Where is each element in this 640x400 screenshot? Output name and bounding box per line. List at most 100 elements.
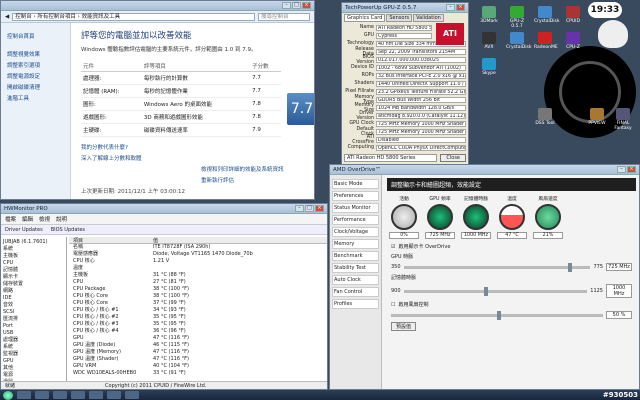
menu-view[interactable]: 檢視 bbox=[39, 215, 50, 223]
close-button[interactable]: Close bbox=[440, 154, 466, 162]
breadcrumb[interactable]: 控制台 › 所有控制台項目 › 效能資訊及工具 bbox=[12, 12, 255, 21]
table-row[interactable]: CPU 核心 / 核心 #4 36 °C (96 °F) bbox=[69, 328, 327, 335]
desktop-icon[interactable]: GPU-Z 0.5.7 bbox=[506, 6, 528, 29]
sidebar-item-power[interactable]: 調整電源設定 bbox=[7, 72, 64, 80]
tree-item[interactable]: 網路 bbox=[3, 288, 64, 295]
desktop-icon[interactable]: DSS Tool bbox=[534, 108, 556, 126]
tree-item[interactable]: 電源 bbox=[3, 372, 64, 379]
tab-validation[interactable]: Validation bbox=[413, 14, 444, 22]
desktop-icon[interactable]: CPUID bbox=[562, 6, 584, 24]
menu-help[interactable]: 說明 bbox=[56, 215, 67, 223]
table-row[interactable]: 溫度 bbox=[69, 265, 327, 272]
table-row[interactable]: CPU 核心 Core 37 °C (99 °F) bbox=[69, 300, 327, 307]
link-meaning[interactable]: 我的分數代表什麼? bbox=[81, 143, 304, 151]
table-row[interactable]: CPU 核心 / 核心 #3 35 °C (95 °F) bbox=[69, 321, 327, 328]
tree-item[interactable]: IDE bbox=[3, 295, 64, 302]
enable-overdrive-checkbox[interactable]: ☑ 啟用顯示卡 OverDrive bbox=[391, 243, 632, 251]
tree-item[interactable]: 記憶體 bbox=[3, 267, 64, 274]
desktop-icon[interactable]: CrystalDisk bbox=[506, 32, 531, 50]
minimize-icon[interactable]: – bbox=[295, 205, 304, 212]
taskbar-app-icon[interactable] bbox=[107, 391, 121, 399]
table-row[interactable]: GPU 溫度 (Memory) 47 °C (116 °F) bbox=[69, 349, 327, 356]
fan-control-checkbox[interactable]: ☐ 啟用風扇控制 bbox=[391, 301, 632, 309]
taskbar-app-icon[interactable] bbox=[71, 391, 85, 399]
col-header[interactable]: 項目 bbox=[69, 237, 153, 244]
table-row[interactable]: CPU 核心 Core 38 °C (100 °F) bbox=[69, 293, 327, 300]
table-row[interactable]: CPU 核心 / 核心 #1 34 °C (93 °F) bbox=[69, 307, 327, 314]
nav-item[interactable]: Auto Clock bbox=[332, 275, 379, 285]
window-titlebar[interactable]: AMD OverDrive™ – × bbox=[330, 165, 639, 175]
table-row[interactable]: GPU 溫度 (Diode) 46 °C (115 °F) bbox=[69, 342, 327, 349]
table-row[interactable]: WDC WD10EALS-00HEB0 33 °C (91 °F) bbox=[69, 370, 327, 377]
tree-item[interactable]: 顯示卡 bbox=[3, 274, 64, 281]
nav-item[interactable]: Basic Mode bbox=[332, 179, 379, 189]
tree-item[interactable]: GPU bbox=[3, 358, 64, 365]
tab-sensors[interactable]: Sensors bbox=[386, 14, 413, 22]
tree-item[interactable]: 主機板 bbox=[3, 253, 64, 260]
tree-item[interactable]: USB bbox=[3, 330, 64, 337]
nav-item[interactable]: Memory bbox=[332, 239, 379, 249]
table-row[interactable]: CPU Package 38 °C (100 °F) bbox=[69, 286, 327, 293]
tree-item[interactable]: 系統 bbox=[3, 344, 64, 351]
close-icon[interactable]: × bbox=[627, 166, 636, 173]
tree-item[interactable]: JUBJAB (6.1.7601) bbox=[3, 239, 64, 246]
table-row[interactable]: GPU VRM 40 °C (104 °F) bbox=[69, 363, 327, 370]
desktop-icon[interactable]: PPVIEW bbox=[586, 108, 608, 126]
taskbar-app-icon[interactable] bbox=[17, 391, 31, 399]
tree-item[interactable]: CPU bbox=[3, 260, 64, 267]
nav-item[interactable]: Preferences bbox=[332, 191, 379, 201]
gpu-clock-slider[interactable]: 350 775 725 MHz bbox=[391, 262, 632, 272]
desktop-icon[interactable]: RadeonME bbox=[534, 32, 558, 50]
menu-edit[interactable]: 編輯 bbox=[22, 215, 33, 223]
minimize-icon[interactable]: – bbox=[282, 2, 291, 9]
desktop-icon[interactable]: AVX bbox=[478, 32, 500, 50]
window-titlebar[interactable]: TechPowerUp GPU-Z 0.5.7 – × bbox=[342, 3, 468, 13]
driver-updates-button[interactable]: Driver Updates bbox=[5, 227, 43, 233]
taskbar-app-icon[interactable] bbox=[89, 391, 103, 399]
maximize-icon[interactable]: □ bbox=[292, 2, 301, 9]
tree-item[interactable]: Port bbox=[3, 323, 64, 330]
nav-item[interactable]: Performance bbox=[332, 215, 379, 225]
nav-item[interactable]: Benchmark bbox=[332, 251, 379, 261]
tree-item[interactable]: 其他 bbox=[3, 365, 64, 372]
desktop-icon[interactable]: FINAL Fantasy bbox=[612, 108, 634, 131]
nav-item[interactable]: Profiles bbox=[332, 299, 379, 309]
tree-item[interactable]: SCSI bbox=[3, 309, 64, 316]
default-button[interactable]: 預設值 bbox=[391, 322, 417, 331]
link-print[interactable]: 檢視和列印詳細的效能及系統資訊 bbox=[201, 165, 304, 173]
tree-item[interactable]: 音效 bbox=[3, 302, 64, 309]
gpu-select[interactable]: ATI Radeon HD 5800 Series bbox=[344, 154, 438, 162]
nav-item[interactable]: Stability Test bbox=[332, 263, 379, 273]
table-row[interactable]: CPU 核心 1.21 V bbox=[69, 258, 327, 265]
minimize-icon[interactable]: – bbox=[617, 166, 626, 173]
close-icon[interactable]: × bbox=[315, 205, 324, 212]
nav-item[interactable]: Status Monitor bbox=[332, 203, 379, 213]
taskbar-app-icon[interactable] bbox=[53, 391, 67, 399]
fan-slider[interactable]: 50 % bbox=[391, 310, 632, 320]
minimize-icon[interactable]: – bbox=[446, 4, 455, 11]
back-icon[interactable]: ◀ bbox=[5, 14, 9, 20]
taskbar-app-icon[interactable] bbox=[125, 391, 139, 399]
search-input[interactable]: 搜尋控制台 bbox=[258, 12, 310, 21]
sidebar-item-index[interactable]: 調整索引選項 bbox=[7, 61, 64, 69]
sidebar-item-cleanup[interactable]: 開啟磁碟清理 bbox=[7, 83, 64, 91]
tab-graphics-card[interactable]: Graphics Card bbox=[344, 14, 386, 22]
start-button-icon[interactable] bbox=[3, 390, 13, 400]
window-titlebar[interactable]: – □ × bbox=[1, 1, 314, 11]
table-row[interactable]: 主機板 31 °C (88 °F) bbox=[69, 272, 327, 279]
bios-updates-button[interactable]: BIOS Updates bbox=[51, 227, 85, 233]
link-learn[interactable]: 深入了解線上分數和軟體 bbox=[81, 154, 304, 162]
tree-item[interactable]: 儲存裝置 bbox=[3, 281, 64, 288]
taskbar-app-icon[interactable] bbox=[35, 391, 49, 399]
menu-file[interactable]: 檔案 bbox=[5, 215, 16, 223]
tree-item[interactable]: 系統 bbox=[3, 246, 64, 253]
sidebar-item-advanced[interactable]: 進階工具 bbox=[7, 94, 64, 102]
link-rerun[interactable]: 重新執行評估 bbox=[201, 176, 304, 184]
col-header[interactable]: 值 bbox=[153, 237, 327, 244]
sidebar-item-visual[interactable]: 調整視覺效果 bbox=[7, 50, 64, 58]
maximize-icon[interactable]: □ bbox=[305, 205, 314, 212]
table-row[interactable]: GPU 47 °C (116 °F) bbox=[69, 335, 327, 342]
desktop-icon[interactable]: CPU-Z bbox=[562, 32, 584, 50]
table-row[interactable]: CPU 27 °C (81 °F) bbox=[69, 279, 327, 286]
nav-item[interactable]: Clock/Voltage bbox=[332, 227, 379, 237]
